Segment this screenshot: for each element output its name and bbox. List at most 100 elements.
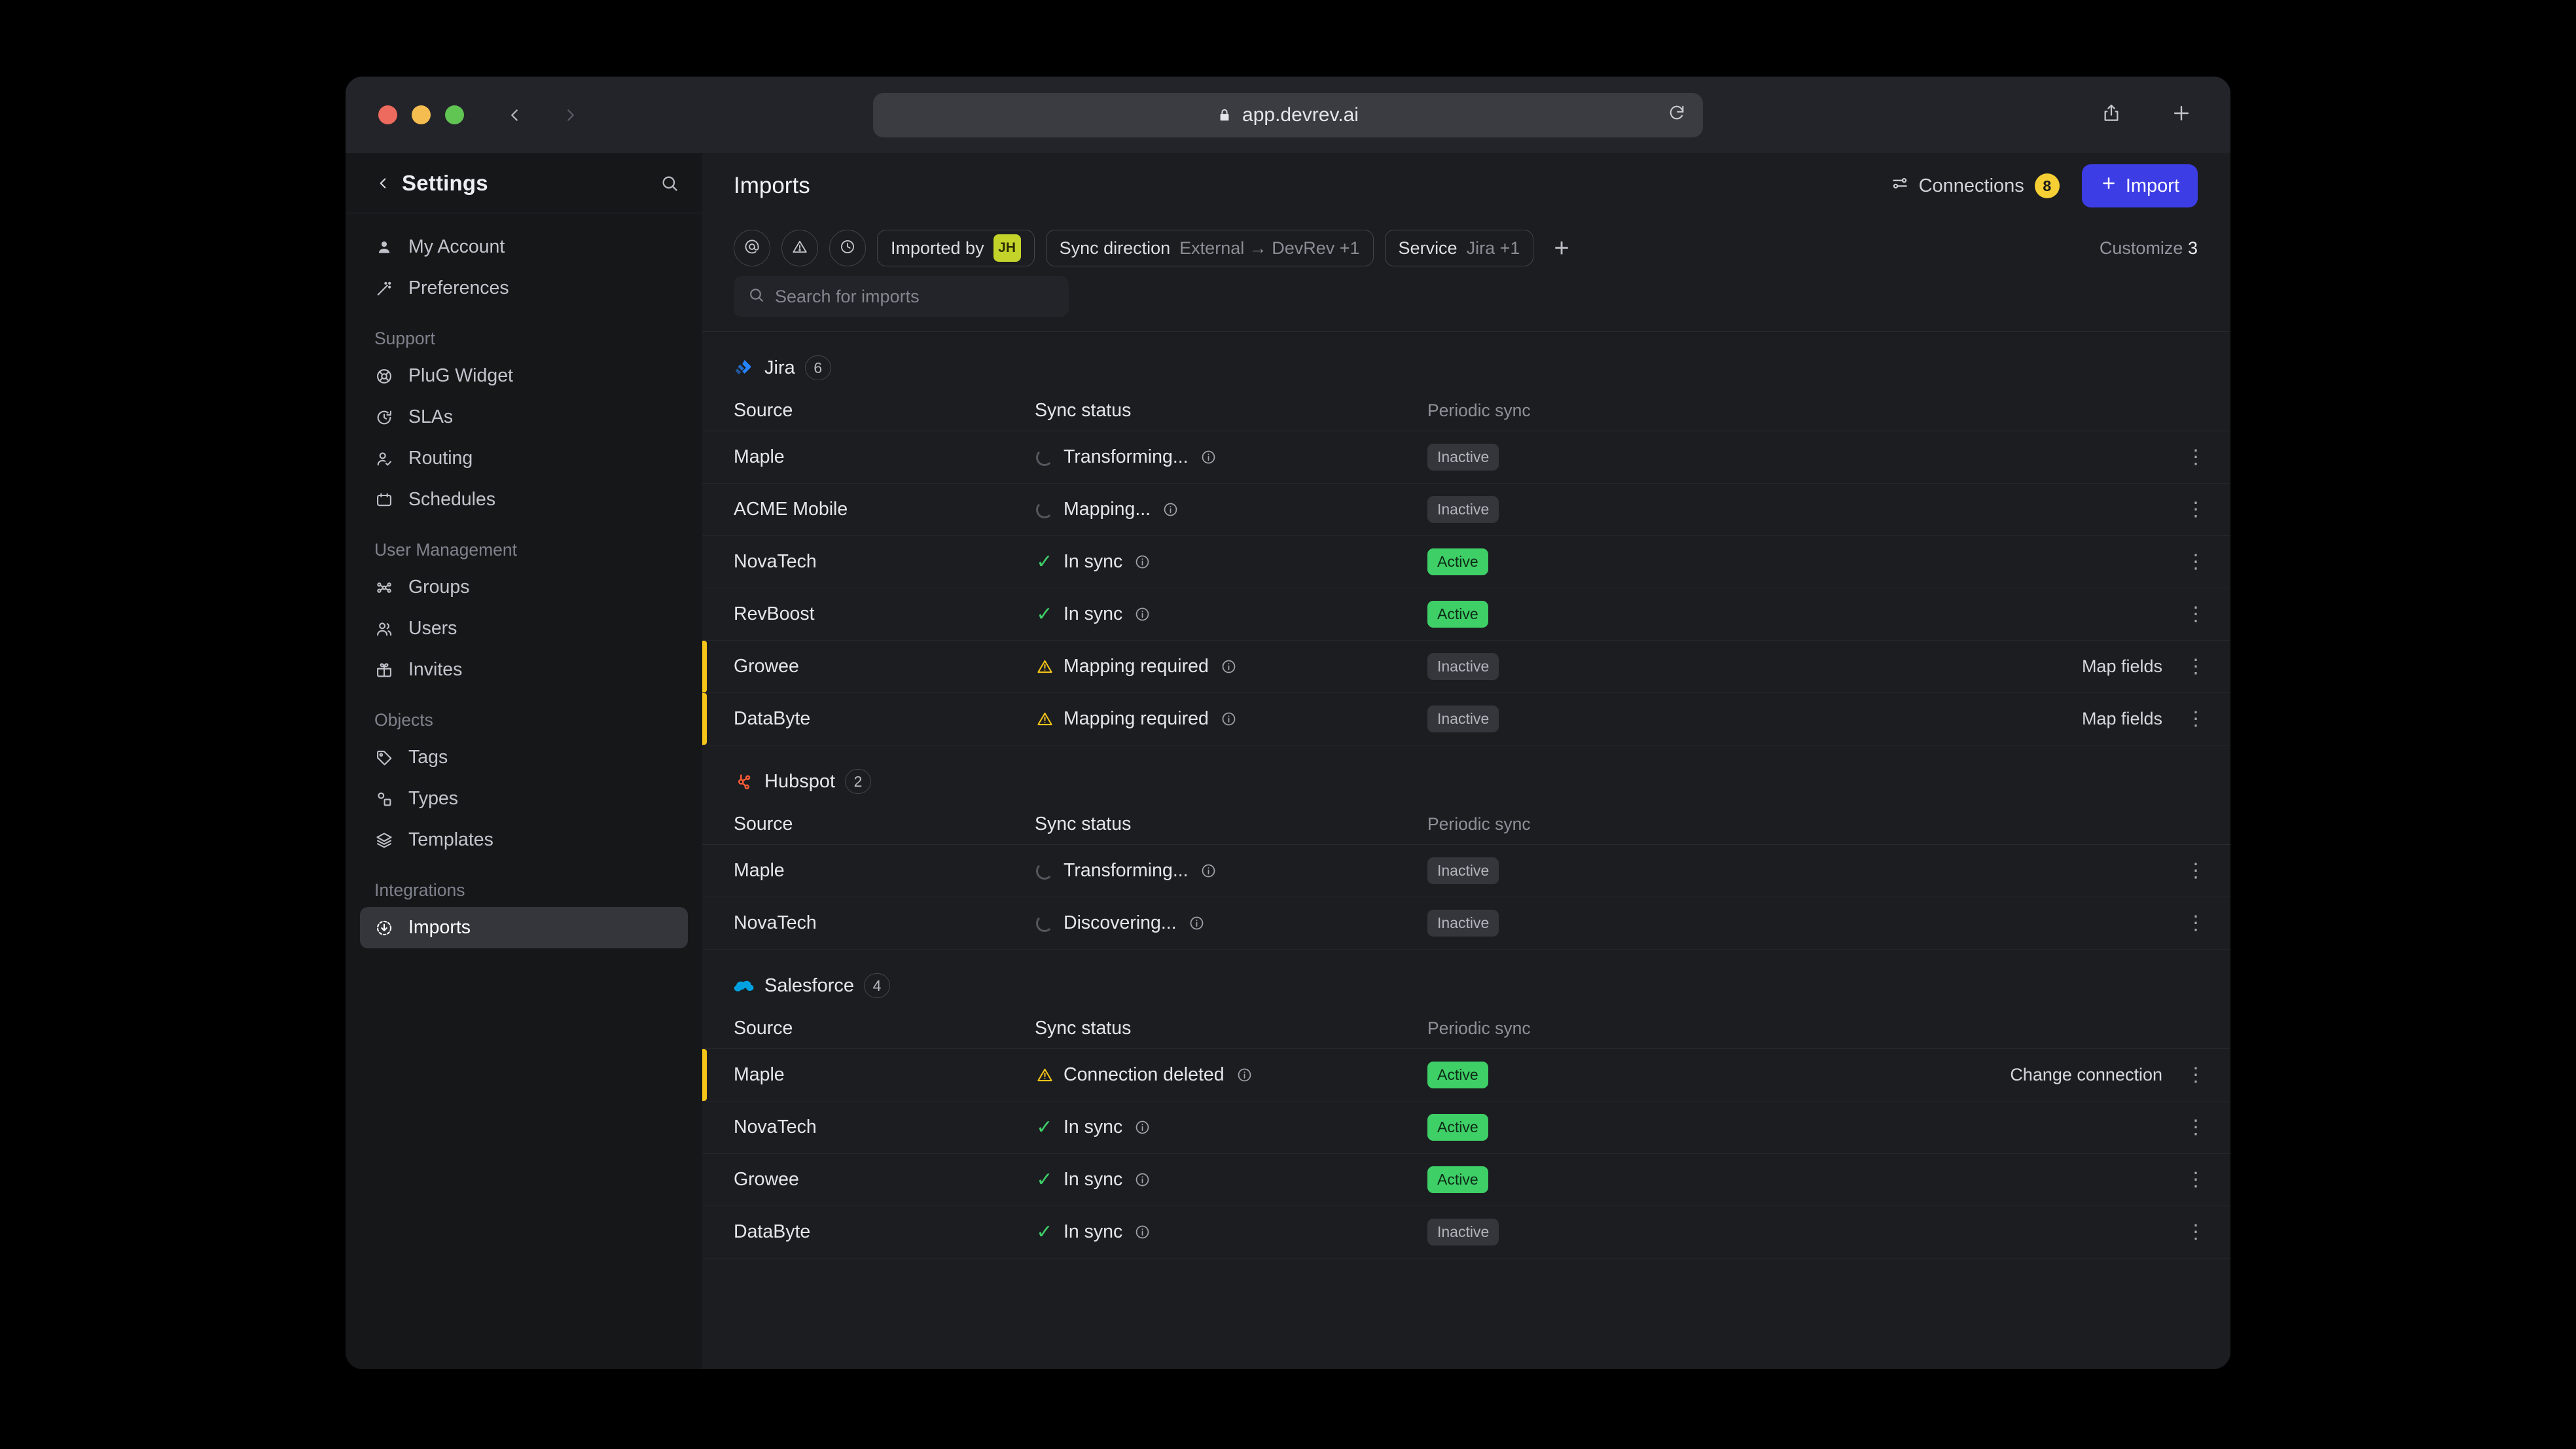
sidebar-item-schedules[interactable]: Schedules [360,479,688,520]
info-icon[interactable] [1162,501,1179,518]
filter-clock-button[interactable] [829,230,866,266]
info-icon[interactable] [1134,606,1151,622]
info-icon[interactable] [1200,863,1217,879]
sidebar-item-preferences[interactable]: Preferences [360,268,688,309]
filter-alert-triangle-button[interactable] [781,230,818,266]
search-input[interactable] [775,286,1054,307]
info-icon[interactable] [1134,1119,1151,1136]
more-vertical-icon[interactable]: ⋮ [2186,913,2206,933]
row-action-link[interactable]: Map fields [2082,656,2162,677]
status-badge: Inactive [1427,706,1499,732]
wand-icon [374,279,394,298]
cell-sync-status: Mapping required [1064,656,1209,677]
sidebar-item-types[interactable]: Types [360,778,688,819]
filter-chip-value: Jira +1 [1466,238,1520,258]
back-arrow-icon[interactable] [503,104,526,126]
cell-source: Maple [734,860,785,881]
status-badge: Inactive [1427,910,1499,937]
sidebar-item-groups[interactable]: Groups [360,567,688,608]
cell-source: Growee [734,1169,799,1190]
more-vertical-icon[interactable]: ⋮ [2186,656,2206,677]
more-vertical-icon[interactable]: ⋮ [2186,552,2206,572]
table-row[interactable]: ACME Mobile Mapping... Inactive ⋮ [702,484,2230,536]
table-row[interactable]: Growee ✓ In sync Active ⋮ [702,1154,2230,1206]
add-filter-button[interactable]: + [1545,235,1578,261]
table-row[interactable]: NovaTech Discovering... Inactive ⋮ [702,897,2230,950]
info-icon[interactable] [1200,449,1217,465]
more-vertical-icon[interactable]: ⋮ [2186,1117,2206,1137]
sidebar-item-label: Types [408,788,459,809]
table-row[interactable]: Maple Transforming... Inactive ⋮ [702,431,2230,484]
chevron-left-icon[interactable] [374,175,391,192]
sidebar-item-slas[interactable]: SLAs [360,397,688,438]
table-row[interactable]: Maple Transforming... Inactive ⋮ [702,845,2230,897]
address-bar[interactable]: app.devrev.ai [873,92,1703,137]
reload-icon[interactable] [1668,103,1686,127]
sidebar-item-routing[interactable]: Routing [360,438,688,479]
row-action-link[interactable]: Change connection [2010,1065,2162,1085]
filter-chip-label: Service [1398,238,1458,258]
new-tab-plus-icon[interactable] [2170,102,2192,128]
service-group-name: Salesforce [764,975,855,996]
minimize-window-button[interactable] [412,105,431,124]
cell-sync-status: Mapping required [1064,708,1209,729]
sidebar-item-plug-widget[interactable]: PluG Widget [360,355,688,397]
share-icon[interactable] [2101,103,2122,127]
table-row[interactable]: DataByte ✓ In sync Inactive ⋮ [702,1206,2230,1259]
more-vertical-icon[interactable]: ⋮ [2186,499,2206,520]
search-box[interactable] [734,276,1069,317]
table-row[interactable]: NovaTech ✓ In sync Active ⋮ [702,536,2230,588]
info-icon[interactable] [1134,1224,1151,1240]
check-icon: ✓ [1036,1116,1053,1138]
customize-button[interactable]: Customize 3 [2100,238,2198,259]
status-badge: Active [1427,548,1488,575]
status-badge: Inactive [1427,1219,1499,1245]
layers-icon [374,831,394,850]
sidebar-item-label: Schedules [408,489,496,510]
more-vertical-icon[interactable]: ⋮ [2186,709,2206,729]
info-icon[interactable] [1236,1067,1253,1083]
info-icon[interactable] [1134,1172,1151,1188]
connections-button[interactable]: Connections 8 [1891,173,2060,198]
table-row[interactable]: DataByte Mapping required Inactive Map fiel… [702,693,2230,745]
close-window-button[interactable] [378,105,397,124]
filter-chip-sync-direction[interactable]: Sync direction External → DevRev +1 [1045,230,1374,266]
table-row[interactable]: Maple Connection deleted Active Change conn… [702,1049,2230,1101]
status-badge: Active [1427,1166,1488,1193]
info-icon[interactable] [1189,915,1205,931]
filter-at-button[interactable] [734,230,770,266]
sidebar-item-invites[interactable]: Invites [360,649,688,690]
sidebar-item-templates[interactable]: Templates [360,819,688,861]
plus-icon [2100,175,2117,197]
filter-chip-label: Imported by [891,238,984,258]
browser-nav-buttons [503,104,582,126]
more-vertical-icon[interactable]: ⋮ [2186,861,2206,881]
more-vertical-icon[interactable]: ⋮ [2186,1065,2206,1085]
info-icon[interactable] [1221,711,1237,727]
table-row[interactable]: Growee Mapping required Inactive Map fields… [702,641,2230,693]
cell-source: DataByte [734,708,811,729]
table-row[interactable]: NovaTech ✓ In sync Active ⋮ [702,1101,2230,1154]
search-icon [748,287,764,306]
info-icon[interactable] [1221,658,1237,675]
more-vertical-icon[interactable]: ⋮ [2186,1222,2206,1242]
sidebar-item-tags[interactable]: Tags [360,737,688,778]
table-row[interactable]: RevBoost ✓ In sync Active ⋮ [702,588,2230,641]
sidebar-item-imports[interactable]: Imports [360,907,688,948]
cell-sync-status: Discovering... [1064,912,1177,933]
sidebar-title: Settings [402,170,488,195]
filter-chip-imported-by[interactable]: Imported by JH [877,230,1035,266]
more-vertical-icon[interactable]: ⋮ [2186,447,2206,467]
more-vertical-icon[interactable]: ⋮ [2186,604,2206,624]
sidebar-item-users[interactable]: Users [360,608,688,649]
more-vertical-icon[interactable]: ⋮ [2186,1170,2206,1190]
filter-chip-service[interactable]: Service Jira +1 [1384,230,1534,266]
sidebar-item-my-account[interactable]: My Account [360,226,688,268]
forward-arrow-icon[interactable] [560,104,582,126]
maximize-window-button[interactable] [445,105,464,124]
info-icon[interactable] [1134,554,1151,570]
row-action-link[interactable]: Map fields [2082,709,2162,729]
search-icon[interactable] [660,174,679,192]
warning-icon [1035,1065,1054,1085]
import-button[interactable]: Import [2081,164,2198,207]
